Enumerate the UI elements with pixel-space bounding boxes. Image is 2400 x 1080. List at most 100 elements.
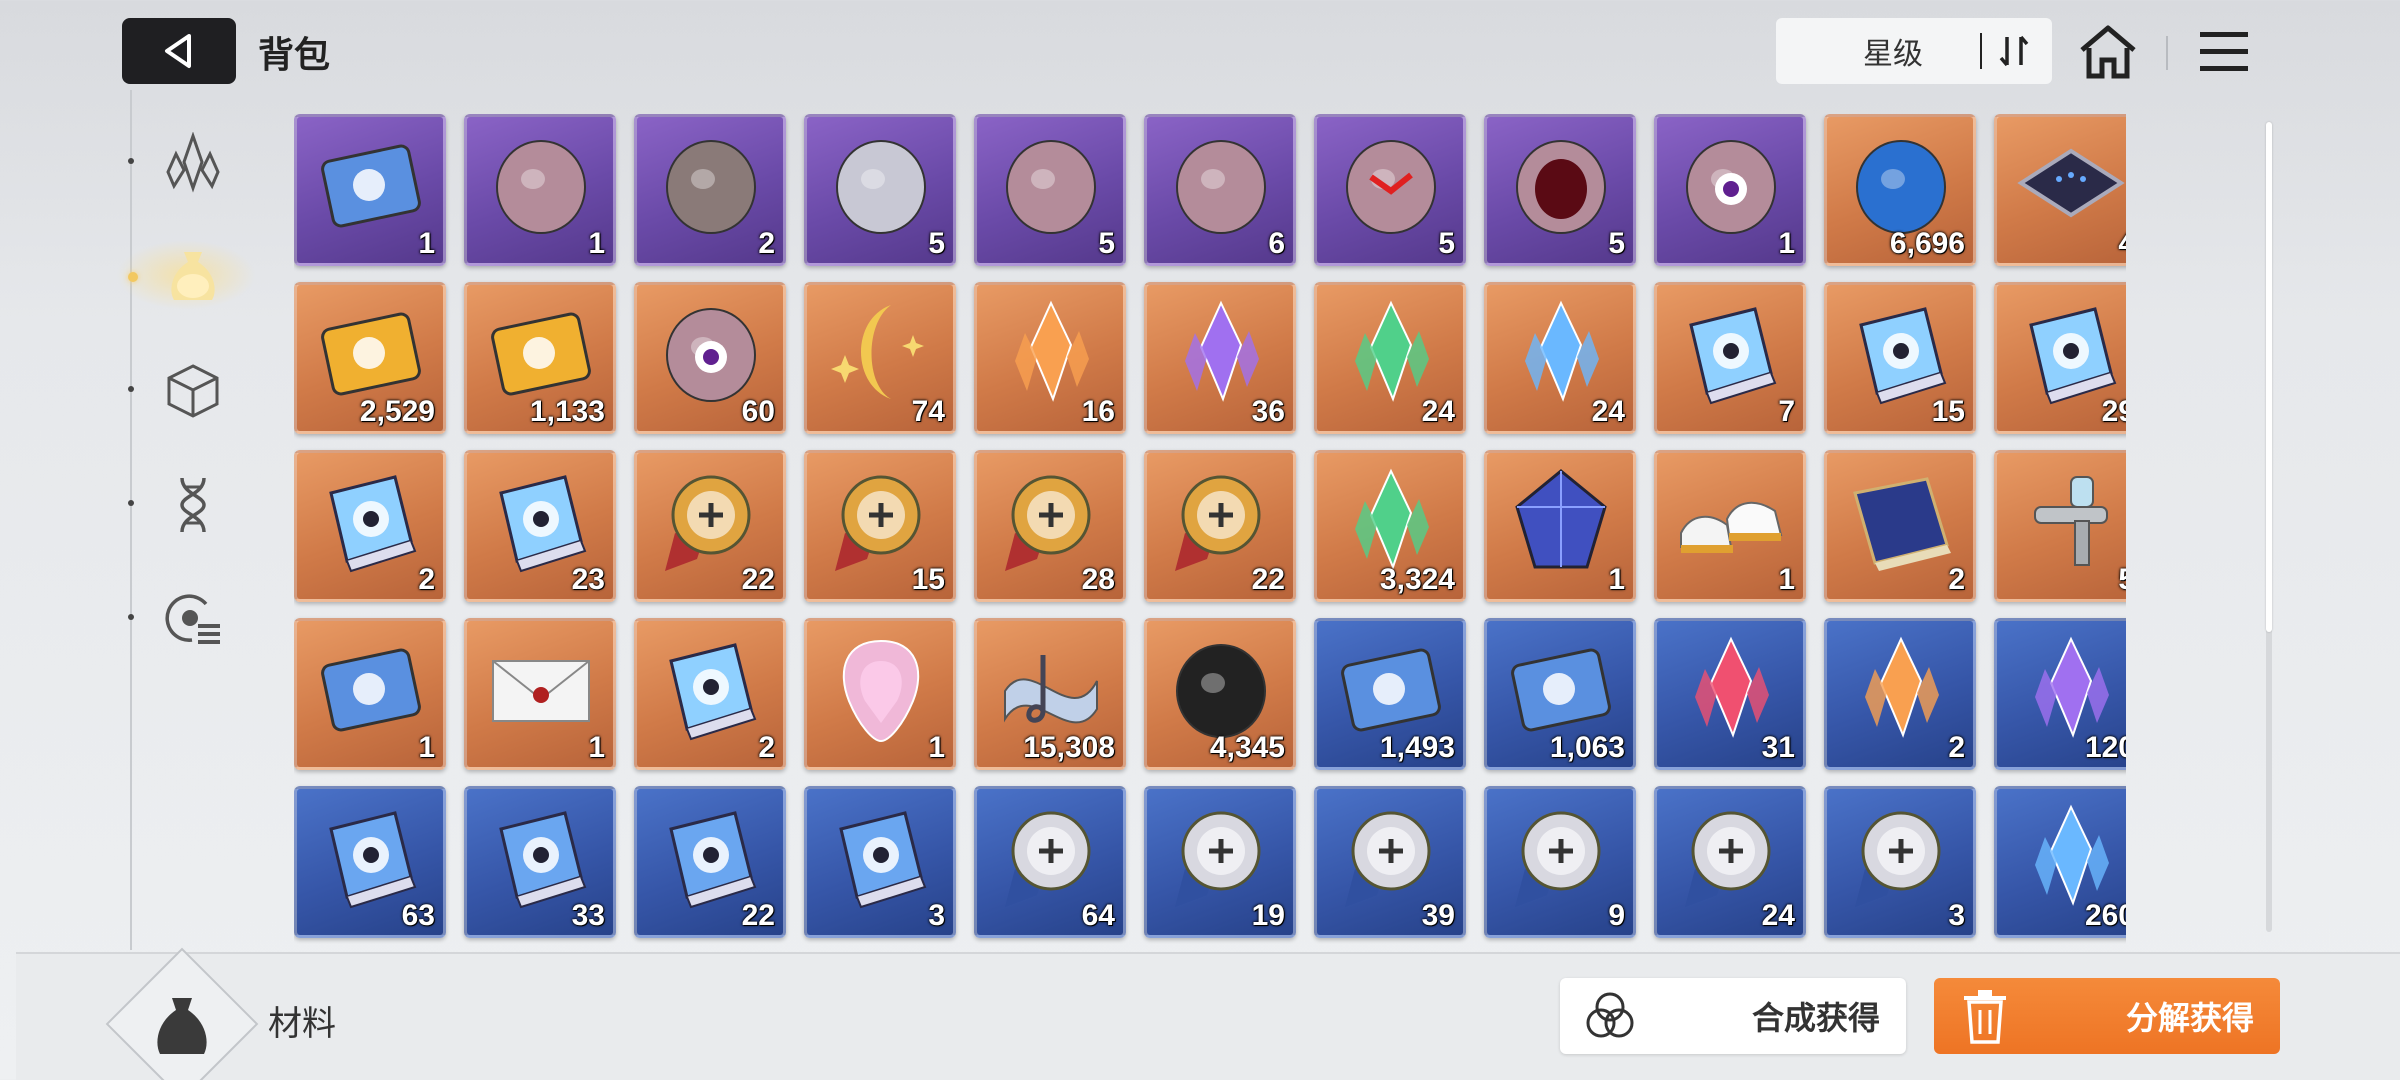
inventory-item[interactable]: 1 bbox=[464, 618, 616, 770]
globe-silver-medal-icon bbox=[1855, 811, 1941, 907]
item-count: 2 bbox=[418, 563, 435, 596]
inventory-item[interactable]: 120 bbox=[1994, 618, 2126, 770]
inventory-item[interactable]: 36 bbox=[1144, 282, 1296, 434]
menu-icon[interactable] bbox=[2196, 26, 2252, 78]
inventory-item[interactable]: 5 bbox=[1994, 450, 2126, 602]
craft-obtain-button[interactable]: 合成获得 bbox=[1560, 978, 1906, 1054]
eyeball-skull-icon bbox=[1686, 140, 1776, 234]
inventory-item[interactable]: 1 bbox=[1484, 450, 1636, 602]
inventory-item[interactable]: 2 bbox=[294, 450, 446, 602]
inventory-item[interactable]: 2 bbox=[1824, 450, 1976, 602]
inventory-item[interactable]: 33 bbox=[464, 786, 616, 938]
inventory-item[interactable]: 74 bbox=[804, 282, 956, 434]
wing-silver-medal-icon bbox=[1515, 811, 1601, 907]
inventory-item[interactable]: 22 bbox=[634, 450, 786, 602]
item-count: 1 bbox=[418, 731, 435, 764]
inventory-item[interactable]: 1 bbox=[1654, 450, 1806, 602]
item-count: 4,345 bbox=[1209, 731, 1285, 764]
inventory-item[interactable]: 5 bbox=[1314, 114, 1466, 266]
inventory-item[interactable]: 7 bbox=[1654, 282, 1806, 434]
inventory-item[interactable]: 1,133 bbox=[464, 282, 616, 434]
item-count: 7 bbox=[1778, 395, 1795, 428]
item-count: 6 bbox=[1268, 227, 1285, 260]
inventory-item[interactable]: 39 bbox=[1314, 786, 1466, 938]
spray-gun-icon bbox=[2034, 476, 2108, 566]
inventory-item[interactable]: 60 bbox=[634, 282, 786, 434]
item-count: 28 bbox=[1081, 563, 1115, 596]
inventory-item[interactable]: 1 bbox=[1654, 114, 1806, 266]
inventory-item[interactable]: 1 bbox=[294, 618, 446, 770]
inventory-item[interactable]: 16 bbox=[974, 282, 1126, 434]
sort-dropdown[interactable]: 星级 bbox=[1776, 18, 2052, 84]
inventory-item[interactable]: 1,493 bbox=[1314, 618, 1466, 770]
item-count: 9 bbox=[1608, 899, 1625, 932]
inventory-item[interactable]: 24 bbox=[1314, 282, 1466, 434]
back-button[interactable] bbox=[122, 18, 236, 84]
inventory-item[interactable]: 24 bbox=[1484, 282, 1636, 434]
inventory-item[interactable]: 6 bbox=[1144, 114, 1296, 266]
sidebar-item-chip-list[interactable] bbox=[158, 584, 228, 654]
inventory-item[interactable]: 15,308 bbox=[974, 618, 1126, 770]
guitar-pick-icon bbox=[842, 639, 920, 743]
sidebar-item-crystal[interactable] bbox=[158, 128, 228, 198]
inventory-item[interactable]: 4 bbox=[1994, 114, 2126, 266]
inventory-item[interactable]: 1 bbox=[464, 114, 616, 266]
inventory-item[interactable]: 2 bbox=[1824, 618, 1976, 770]
item-count: 2 bbox=[1948, 731, 1965, 764]
inventory-item[interactable]: 15 bbox=[804, 450, 956, 602]
inventory-item[interactable]: 15 bbox=[1824, 282, 1976, 434]
inventory-item[interactable]: 2,529 bbox=[294, 282, 446, 434]
sidebar-dot-active bbox=[128, 272, 138, 282]
blue-gem-icon bbox=[1515, 469, 1607, 569]
inventory-item[interactable]: 19 bbox=[1144, 786, 1296, 938]
decompose-obtain-label: 分解获得 bbox=[2125, 999, 2254, 1037]
inventory-item[interactable]: 5 bbox=[1484, 114, 1636, 266]
cracked-core-icon bbox=[1346, 140, 1436, 234]
inventory-item[interactable]: 1 bbox=[804, 618, 956, 770]
inventory-item[interactable]: 29 bbox=[1994, 282, 2126, 434]
eye-card-icon bbox=[321, 144, 421, 228]
inventory-item[interactable]: 3,324 bbox=[1314, 450, 1466, 602]
inventory-item[interactable]: 64 bbox=[974, 786, 1126, 938]
decompose-obtain-button[interactable]: 分解获得 bbox=[1934, 978, 2280, 1054]
inventory-item[interactable]: 260 bbox=[1994, 786, 2126, 938]
inventory-item[interactable]: 22 bbox=[634, 786, 786, 938]
item-count: 5 bbox=[928, 227, 945, 260]
inventory-item[interactable]: 2 bbox=[634, 114, 786, 266]
sidebar-item-cube[interactable] bbox=[158, 356, 228, 426]
item-count: 60 bbox=[741, 395, 775, 428]
item-count: 1 bbox=[1778, 563, 1795, 596]
sidebar-item-pouch[interactable] bbox=[158, 242, 228, 312]
inventory-item[interactable]: 1 bbox=[294, 114, 446, 266]
sort-order-icon[interactable] bbox=[1994, 31, 2034, 71]
inventory-item[interactable]: 23 bbox=[464, 450, 616, 602]
sort-divider bbox=[1980, 33, 1982, 69]
inventory-item[interactable]: 63 bbox=[294, 786, 446, 938]
inventory-item[interactable]: 4,345 bbox=[1144, 618, 1296, 770]
item-count: 260 bbox=[2084, 899, 2126, 932]
home-icon[interactable] bbox=[2076, 22, 2140, 82]
top-divider bbox=[2166, 36, 2168, 70]
brain-head-icon bbox=[496, 140, 586, 234]
inventory-item[interactable]: 3 bbox=[1824, 786, 1976, 938]
inventory-item[interactable]: 24 bbox=[1654, 786, 1806, 938]
scrollbar-thumb[interactable] bbox=[2266, 122, 2272, 632]
item-count: 1 bbox=[588, 731, 605, 764]
item-count: 22 bbox=[741, 563, 775, 596]
item-count: 3 bbox=[1948, 899, 1965, 932]
item-count: 5 bbox=[2118, 563, 2126, 597]
inventory-item[interactable]: 5 bbox=[804, 114, 956, 266]
inventory-item[interactable]: 28 bbox=[974, 450, 1126, 602]
inventory-item[interactable]: 22 bbox=[1144, 450, 1296, 602]
inventory-item[interactable]: 2 bbox=[634, 618, 786, 770]
inventory-item[interactable]: 9 bbox=[1484, 786, 1636, 938]
inventory-item[interactable]: 31 bbox=[1654, 618, 1806, 770]
card-stack-icon bbox=[321, 648, 421, 732]
sidebar-item-dna[interactable] bbox=[158, 470, 228, 540]
inventory-item[interactable]: 1,063 bbox=[1484, 618, 1636, 770]
inventory-item[interactable]: 3 bbox=[804, 786, 956, 938]
inventory-item[interactable]: 6,696 bbox=[1824, 114, 1976, 266]
item-count: 1 bbox=[418, 227, 435, 260]
item-count: 29 bbox=[2101, 395, 2126, 428]
inventory-item[interactable]: 5 bbox=[974, 114, 1126, 266]
